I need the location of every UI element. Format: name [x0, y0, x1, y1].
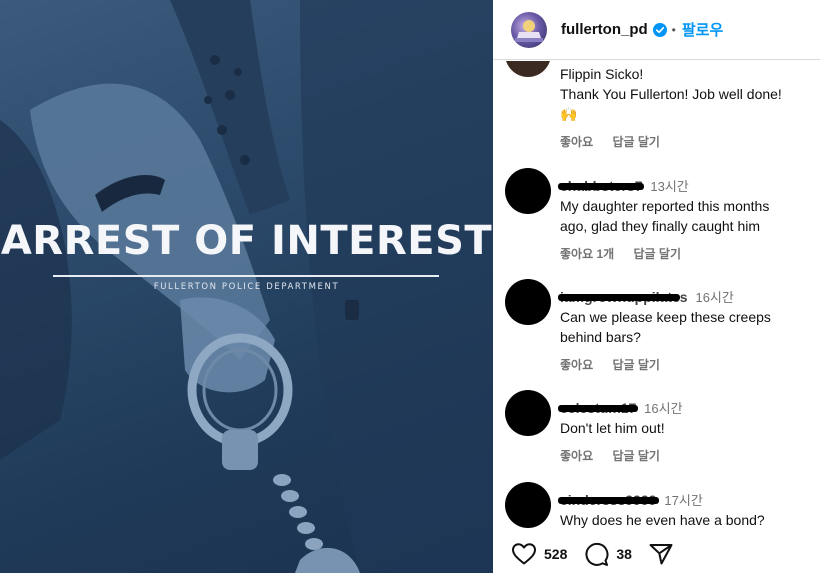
commenter-avatar[interactable]: [505, 390, 551, 436]
comment-text: Can we please keep these creeps behind b…: [560, 307, 810, 347]
comment-username[interactable]: cindersss9999: [558, 491, 659, 509]
comment-meta: celestum17 16시간: [558, 399, 810, 417]
comment-line: My daughter reported this months: [560, 198, 770, 214]
comment-meta: cindersss9999 17시간: [558, 491, 810, 509]
comment-line: 🙌: [560, 106, 578, 122]
comment-line: Can we please keep these creeps: [560, 309, 771, 325]
comment-line: Why does he even have a bond?: [560, 512, 765, 528]
commenter-avatar[interactable]: [505, 61, 551, 77]
like-count-button[interactable]: 좋아요 1개: [560, 247, 614, 261]
header-username[interactable]: fullerton_pd: [561, 21, 648, 38]
redaction-mark: [558, 183, 645, 190]
post-sidebar: fullerton_pd • 팔로우 Flippin Sicko! Thank …: [493, 0, 820, 573]
reply-button[interactable]: 답글 달기: [612, 135, 660, 149]
like-comment-button[interactable]: 좋아요: [560, 135, 593, 149]
post-subheadline: FULLERTON POLICE DEPARTMENT: [153, 282, 340, 292]
comment-text: Flippin Sicko! Thank You Fullerton! Job …: [560, 64, 810, 124]
comment-actions: 좋아요 1개 답글 달기: [560, 245, 810, 262]
redaction-mark: [558, 497, 659, 504]
commenter-avatar[interactable]: [505, 279, 551, 325]
comment-body: celestum17 16시간 Don't let him out! 좋아요 답…: [558, 399, 810, 464]
comment-username[interactable]: iamgrownuppilates: [558, 288, 688, 306]
comment-meta: iamgrownuppilates 16시간: [558, 288, 810, 306]
comment-line: behind bars?: [560, 329, 641, 345]
reply-button[interactable]: 답글 달기: [612, 449, 660, 463]
share-icon[interactable]: [648, 542, 674, 566]
comment-icon[interactable]: [583, 541, 609, 567]
post-headline: ARREST OF INTEREST: [0, 218, 493, 264]
comment-body: chabbsters7 13시간 My daughter reported th…: [558, 177, 810, 262]
comment-line: Flippin Sicko!: [560, 66, 644, 82]
follow-button[interactable]: 팔로우: [682, 19, 723, 40]
like-count: 528: [544, 546, 568, 562]
reply-button[interactable]: 답글 달기: [634, 247, 682, 261]
redaction-mark: [558, 405, 639, 412]
comment-actions: 좋아요 답글 달기: [560, 356, 810, 373]
comment-text: Why does he even have a bond?: [560, 510, 810, 530]
comment-body: Flippin Sicko! Thank You Fullerton! Job …: [560, 63, 810, 150]
comment-username[interactable]: celestum17: [558, 399, 639, 417]
profile-avatar[interactable]: [511, 11, 547, 48]
comment-count: 38: [616, 546, 632, 562]
comment-timestamp: 17시간: [664, 493, 703, 508]
reply-button[interactable]: 답글 달기: [612, 358, 660, 372]
post-header: fullerton_pd • 팔로우: [493, 0, 820, 60]
headline-divider: [53, 275, 439, 277]
comment-timestamp: 13시간: [650, 179, 689, 194]
commenter-avatar[interactable]: [505, 482, 551, 528]
comment-line: Don't let him out!: [560, 420, 665, 436]
comment-meta: chabbsters7 13시간: [558, 177, 810, 195]
comment-body: cindersss9999 17시간 Why does he even have…: [558, 491, 810, 530]
comment-text: My daughter reported this months ago, gl…: [560, 196, 810, 236]
header-separator: •: [671, 22, 676, 37]
comments-list[interactable]: Flippin Sicko! Thank You Fullerton! Job …: [493, 61, 820, 535]
like-comment-button[interactable]: 좋아요: [560, 358, 593, 372]
comment-line: Thank You Fullerton! Job well done!: [560, 86, 782, 102]
avatar-badge-icon: [515, 19, 543, 42]
post-image[interactable]: ARREST OF INTEREST FULLERTON POLICE DEPA…: [0, 0, 493, 573]
comment-timestamp: 16시간: [644, 401, 683, 416]
commenter-avatar[interactable]: [505, 168, 551, 214]
comment-actions: 좋아요 답글 달기: [560, 447, 810, 464]
comment-body: iamgrownuppilates 16시간 Can we please kee…: [558, 288, 810, 373]
post-action-bar: 528 38: [493, 535, 820, 573]
verified-badge-icon: [652, 22, 667, 37]
comment-timestamp: 16시간: [695, 290, 734, 305]
comment-line: ago, glad they finally caught him: [560, 218, 761, 234]
comment-text: Don't let him out!: [560, 418, 810, 438]
heart-icon[interactable]: [511, 542, 537, 566]
comment-actions: 좋아요 답글 달기: [560, 133, 810, 150]
comment-username[interactable]: chabbsters7: [558, 177, 645, 195]
like-comment-button[interactable]: 좋아요: [560, 449, 593, 463]
redaction-mark: [558, 294, 680, 301]
